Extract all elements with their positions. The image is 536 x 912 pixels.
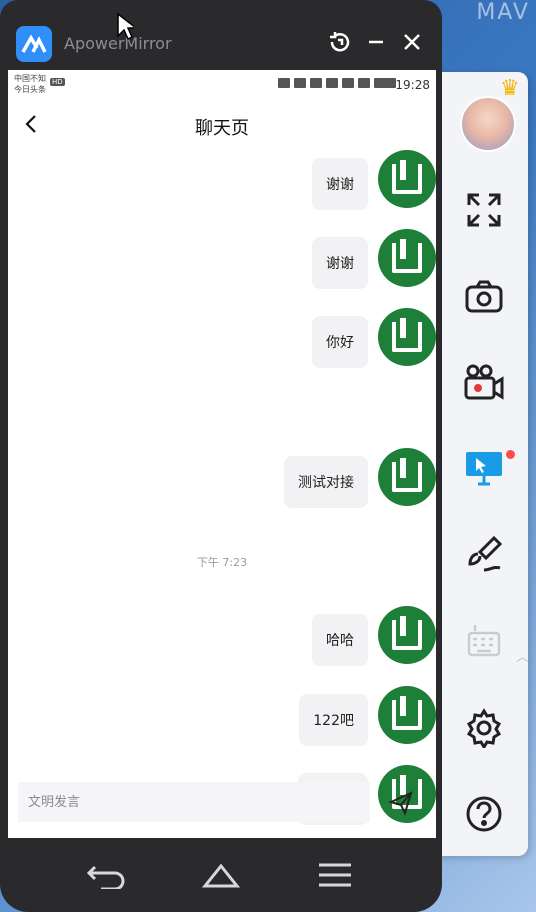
vibrate-icon <box>294 78 306 88</box>
sender-avatar[interactable] <box>378 229 436 287</box>
brush-icon <box>468 535 503 572</box>
message-timestamp: 下午 7:23 <box>196 556 248 569</box>
camera-icon <box>465 280 503 313</box>
notification-dot <box>506 450 515 459</box>
eye-icon <box>310 78 322 88</box>
carrier-line: 今日头条 <box>14 85 46 94</box>
carrier-info: 中国不知 今日头条 <box>14 73 46 95</box>
settings-button[interactable] <box>462 706 506 750</box>
mouse-cursor-icon <box>117 12 134 40</box>
keyboard-button[interactable] <box>462 618 506 662</box>
rotate-icon <box>330 32 350 52</box>
fullscreen-icon <box>467 193 501 227</box>
send-icon[interactable] <box>388 790 414 816</box>
message-input[interactable] <box>18 782 370 822</box>
help-icon <box>466 796 502 832</box>
back-icon <box>86 865 125 889</box>
sender-avatar[interactable] <box>378 150 436 208</box>
android-menu-button[interactable] <box>313 860 357 890</box>
sender-avatar[interactable] <box>378 686 436 744</box>
status-time: 19:28 <box>395 78 430 92</box>
record-button[interactable] <box>462 360 506 404</box>
message-bubble[interactable]: 122吧 <box>299 694 368 746</box>
chat-header: 聊天页 <box>8 100 436 150</box>
mirror-window: ApowerMirror 中国不知 今日头条 HD 19:28 聊天页 谢谢 谢… <box>0 0 442 912</box>
status-icons <box>278 78 396 88</box>
gear-icon <box>466 708 502 748</box>
message-bubble[interactable]: 谢谢 <box>312 158 368 210</box>
message-item: 谢谢 <box>8 150 436 214</box>
u-logo-icon <box>392 160 422 194</box>
mirror-toolbar: ♛ ︿ <box>436 72 529 856</box>
u-logo-icon <box>392 616 422 650</box>
close-button[interactable] <box>400 30 424 54</box>
u-logo-icon <box>392 318 422 352</box>
window-title-bar[interactable]: ApowerMirror <box>0 14 442 70</box>
desktop-text: MAV <box>476 0 530 25</box>
phone-screen: 中国不知 今日头条 HD 19:28 聊天页 谢谢 谢谢 你好 测试对接 下午 … <box>8 70 436 838</box>
android-back-button[interactable] <box>85 860 129 890</box>
screenshot-button[interactable] <box>462 274 506 318</box>
cast-button[interactable] <box>462 446 506 490</box>
minimize-icon <box>369 40 383 44</box>
battery-icon <box>374 78 396 88</box>
status-bar: 中国不知 今日头条 HD 19:28 <box>8 70 436 100</box>
message-item: 哈哈 <box>8 606 436 670</box>
home-icon <box>201 863 241 888</box>
app-logo-icon <box>16 26 52 62</box>
sender-avatar[interactable] <box>378 606 436 664</box>
signal-icon <box>342 78 354 88</box>
user-avatar[interactable] <box>460 96 516 152</box>
keyboard-icon <box>467 625 501 657</box>
minimize-button[interactable] <box>364 30 388 54</box>
message-bubble[interactable]: 哈哈 <box>312 614 368 666</box>
signal-icon <box>358 78 370 88</box>
help-button[interactable] <box>462 792 506 836</box>
wifi-icon <box>326 78 338 88</box>
message-bubble[interactable]: 测试对接 <box>284 456 368 508</box>
message-bubble[interactable]: 谢谢 <box>312 237 368 289</box>
sender-avatar[interactable] <box>378 308 436 366</box>
u-logo-icon <box>392 239 422 273</box>
android-home-button[interactable] <box>199 860 243 890</box>
nfc-icon <box>278 78 290 88</box>
sender-avatar[interactable] <box>378 448 436 506</box>
close-icon <box>404 34 420 50</box>
video-camera-icon <box>464 364 504 400</box>
android-nav-bar <box>0 838 442 912</box>
message-bubble[interactable]: 你好 <box>312 316 368 368</box>
message-item: 122吧 <box>8 686 436 750</box>
hd-badge: HD <box>50 78 65 86</box>
menu-icon <box>319 863 351 887</box>
vip-crown-icon: ♛ <box>500 76 520 101</box>
message-item: 谢谢 <box>8 229 436 293</box>
whiteboard-button[interactable] <box>462 532 506 576</box>
carrier-line: 中国不知 <box>14 74 46 83</box>
u-logo-icon <box>392 696 422 730</box>
expand-chevron-icon[interactable]: ︿ <box>516 646 529 665</box>
page-title: 聊天页 <box>195 118 249 139</box>
cast-screen-icon <box>466 452 502 486</box>
message-item: 你好 <box>8 308 436 372</box>
message-list: 谢谢 谢谢 你好 测试对接 下午 7:23 哈哈 122吧 <box>8 150 436 825</box>
message-item: 测试对接 <box>8 448 436 512</box>
fullscreen-button[interactable] <box>462 188 506 232</box>
message-composer <box>8 770 436 838</box>
u-logo-icon <box>392 458 422 492</box>
rotate-button[interactable] <box>328 30 352 54</box>
